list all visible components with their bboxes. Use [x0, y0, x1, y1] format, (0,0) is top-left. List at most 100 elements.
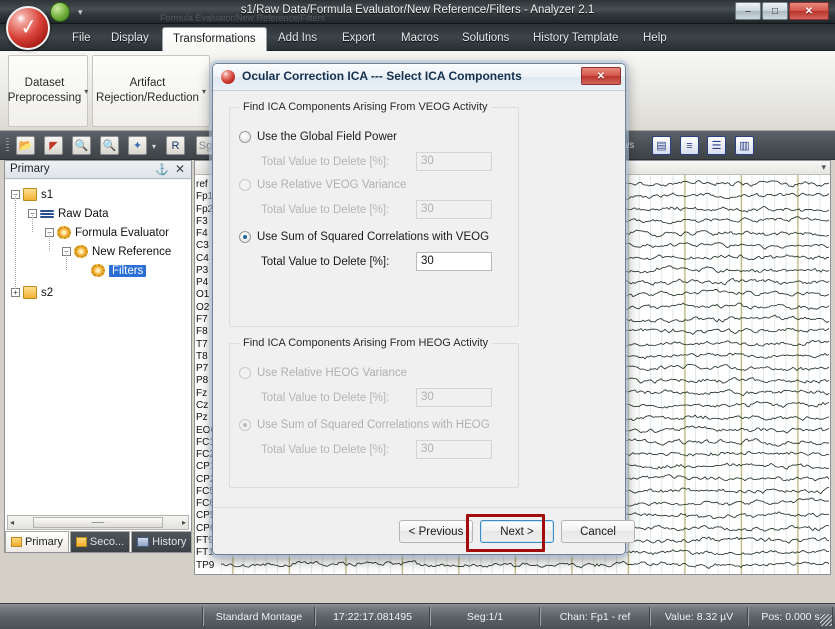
heog-option-sumsq-label: Use Sum of Squared Correlations with HEO…	[257, 419, 490, 431]
tree-node-s2[interactable]: + s2	[11, 284, 53, 301]
eeg-channel-label: Fp2	[196, 203, 214, 215]
close-button[interactable]: ✕	[789, 2, 829, 20]
toolbar-grip[interactable]	[6, 138, 9, 153]
dialog-close-button[interactable]: ✕	[581, 67, 621, 85]
tree-node-filters[interactable]: Filters	[79, 262, 147, 279]
veog-relvar-field[interactable]: 30	[416, 200, 492, 219]
resize-grip-icon[interactable]	[820, 614, 832, 626]
veog-option-sumsq[interactable]: Use Sum of Squared Correlations with VEO…	[239, 231, 489, 243]
gear-icon	[91, 264, 105, 277]
heog-relvar-field-label: Total Value to Delete [%]:	[261, 392, 390, 404]
zoom-in-icon[interactable]: 🔍	[72, 136, 91, 155]
folder-icon	[11, 537, 22, 547]
new-window-icon[interactable]: ▤	[652, 136, 671, 155]
tile-horizontal-icon[interactable]: ≡	[680, 136, 699, 155]
tree-node-s1[interactable]: −s1	[11, 186, 53, 203]
tree-node-label: Filters	[109, 264, 147, 277]
gear-icon	[74, 245, 88, 258]
ribbon-tab-file[interactable]: File	[62, 26, 101, 51]
tree-connector	[15, 194, 16, 290]
previous-button[interactable]: < Previous	[399, 520, 473, 543]
radio-indicator[interactable]	[239, 131, 251, 143]
heog-relvar-field[interactable]: 30	[416, 388, 492, 407]
tree-node-formula-evaluator[interactable]: −Formula Evaluator	[45, 224, 169, 241]
ribbon-tab-macros[interactable]: Macros	[391, 26, 449, 51]
radio-indicator[interactable]	[239, 419, 251, 431]
veog-option-relvar-label: Use Relative VEOG Variance	[257, 179, 407, 191]
minimize-button[interactable]: –	[735, 2, 761, 20]
eeg-channel-label: F4	[196, 228, 208, 240]
eeg-channel-label: Pz	[196, 412, 208, 424]
raw-data-icon[interactable]: R	[166, 136, 185, 155]
eeg-channel-label: P7	[196, 363, 209, 375]
scroll-right-arrow[interactable]: ▸	[182, 518, 186, 527]
ribbon-tab-add-ins[interactable]: Add Ins	[268, 26, 327, 51]
maximize-button[interactable]: □	[762, 2, 788, 20]
radio-indicator[interactable]	[239, 179, 251, 191]
veog-gfp-field-label: Total Value to Delete [%]:	[261, 156, 390, 168]
ribbon-tab-strip: File Display Transformations Add Ins Export M…	[0, 24, 835, 51]
chevron-down-icon[interactable]: ▾	[202, 84, 206, 99]
veog-option-gfp-label: Use the Global Field Power	[257, 131, 397, 143]
marker-add-icon[interactable]: ✦	[128, 136, 147, 155]
cancel-button[interactable]: Cancel	[561, 520, 635, 543]
dock-tab-primary[interactable]: Primary	[5, 531, 69, 552]
eeg-channel-label: T8	[196, 350, 208, 362]
dock-tab-label: Primary	[25, 536, 63, 548]
check-orb-icon: ✓	[18, 14, 40, 41]
ribbon-tab-help[interactable]: Help	[633, 26, 677, 51]
eeg-channel-label: P4	[196, 277, 209, 289]
ribbon-group-dataset-preprocessing[interactable]: Dataset Preprocessing ▾	[8, 55, 88, 127]
eeg-trace	[221, 560, 830, 569]
dock-title: Primary	[10, 163, 50, 175]
radio-indicator[interactable]	[239, 367, 251, 379]
radio-indicator[interactable]	[239, 231, 251, 243]
dataset-tree[interactable]: −s1 −Raw Data −Formula Evaluator −New Refer…	[5, 180, 191, 552]
app-orb-button[interactable]: ✓	[6, 6, 50, 50]
ribbon-tab-transformations[interactable]: Transformations	[162, 27, 267, 51]
scroll-thumb[interactable]: ⸺	[33, 517, 163, 528]
tile-stacked-icon[interactable]: ☰	[707, 136, 726, 155]
veog-gfp-field[interactable]: 30	[416, 152, 492, 171]
next-button[interactable]: Next >	[480, 520, 554, 543]
pin-icon[interactable]: ⚓	[155, 163, 169, 176]
heog-option-sumsq[interactable]: Use Sum of Squared Correlations with HEO…	[239, 419, 490, 431]
topography-icon[interactable]: ◤	[44, 136, 63, 155]
dock-tab-history[interactable]: History	[131, 531, 193, 552]
zoom-out-icon[interactable]: 🔍	[100, 136, 119, 155]
heog-sumsq-field-label: Total Value to Delete [%]:	[261, 444, 390, 456]
ribbon-group-artifact-rejection[interactable]: Artifact Rejection/Reduction ▾	[92, 55, 210, 127]
veog-option-gfp[interactable]: Use the Global Field Power	[239, 131, 397, 143]
tree-node-label: Raw Data	[58, 207, 109, 220]
dock-close-icon[interactable]: ✕	[175, 162, 185, 176]
veog-option-relvar[interactable]: Use Relative VEOG Variance	[239, 179, 406, 191]
ribbon-tab-solutions[interactable]: Solutions	[452, 26, 519, 51]
tree-horizontal-scrollbar[interactable]: ◂ ⸺ ▸	[7, 515, 189, 530]
tile-vertical-icon[interactable]: ▥	[735, 136, 754, 155]
open-folder-icon[interactable]: 📂	[16, 136, 35, 155]
dock-tab-seco[interactable]: Seco...	[69, 531, 131, 552]
window-title: s1/Raw Data/Formula Evaluator/New Refere…	[240, 4, 595, 16]
heog-group: Find ICA Components Arising From HEOG Ac…	[229, 337, 519, 488]
dialog-title: Ocular Correction ICA --- Select ICA Com…	[242, 69, 522, 83]
tree-node-label: New Reference	[92, 245, 172, 258]
ribbon-tab-history-template[interactable]: History Template	[523, 26, 628, 51]
eeg-channel-label: F7	[196, 314, 208, 326]
chevron-down-icon[interactable]: ▾	[821, 162, 826, 173]
heog-option-relvar[interactable]: Use Relative HEOG Variance	[239, 367, 407, 379]
wave-icon	[40, 207, 54, 220]
eeg-channel-label: Fz	[196, 387, 208, 399]
heog-sumsq-field[interactable]: 30	[416, 440, 492, 459]
eeg-channel-label: F3	[196, 215, 208, 227]
veog-sumsq-field[interactable]: 30	[416, 252, 492, 271]
primary-dock-panel: Primary ⚓ ✕ −s1 −Raw Data −Formula Evaluat…	[4, 160, 193, 553]
ribbon-tab-display[interactable]: Display	[101, 26, 159, 51]
eeg-channel-label: ref	[196, 179, 208, 190]
scroll-left-arrow[interactable]: ◂	[10, 518, 14, 527]
tree-node-new-reference[interactable]: −New Reference	[62, 243, 171, 260]
chevron-down-icon[interactable]: ▾	[84, 84, 88, 99]
eeg-channel-label: P3	[196, 264, 209, 276]
ribbon-tab-export[interactable]: Export	[332, 26, 385, 51]
tree-node-raw-data[interactable]: −Raw Data	[28, 205, 109, 222]
toolbar-dropdown-caret-icon[interactable]: ▾	[152, 142, 156, 151]
